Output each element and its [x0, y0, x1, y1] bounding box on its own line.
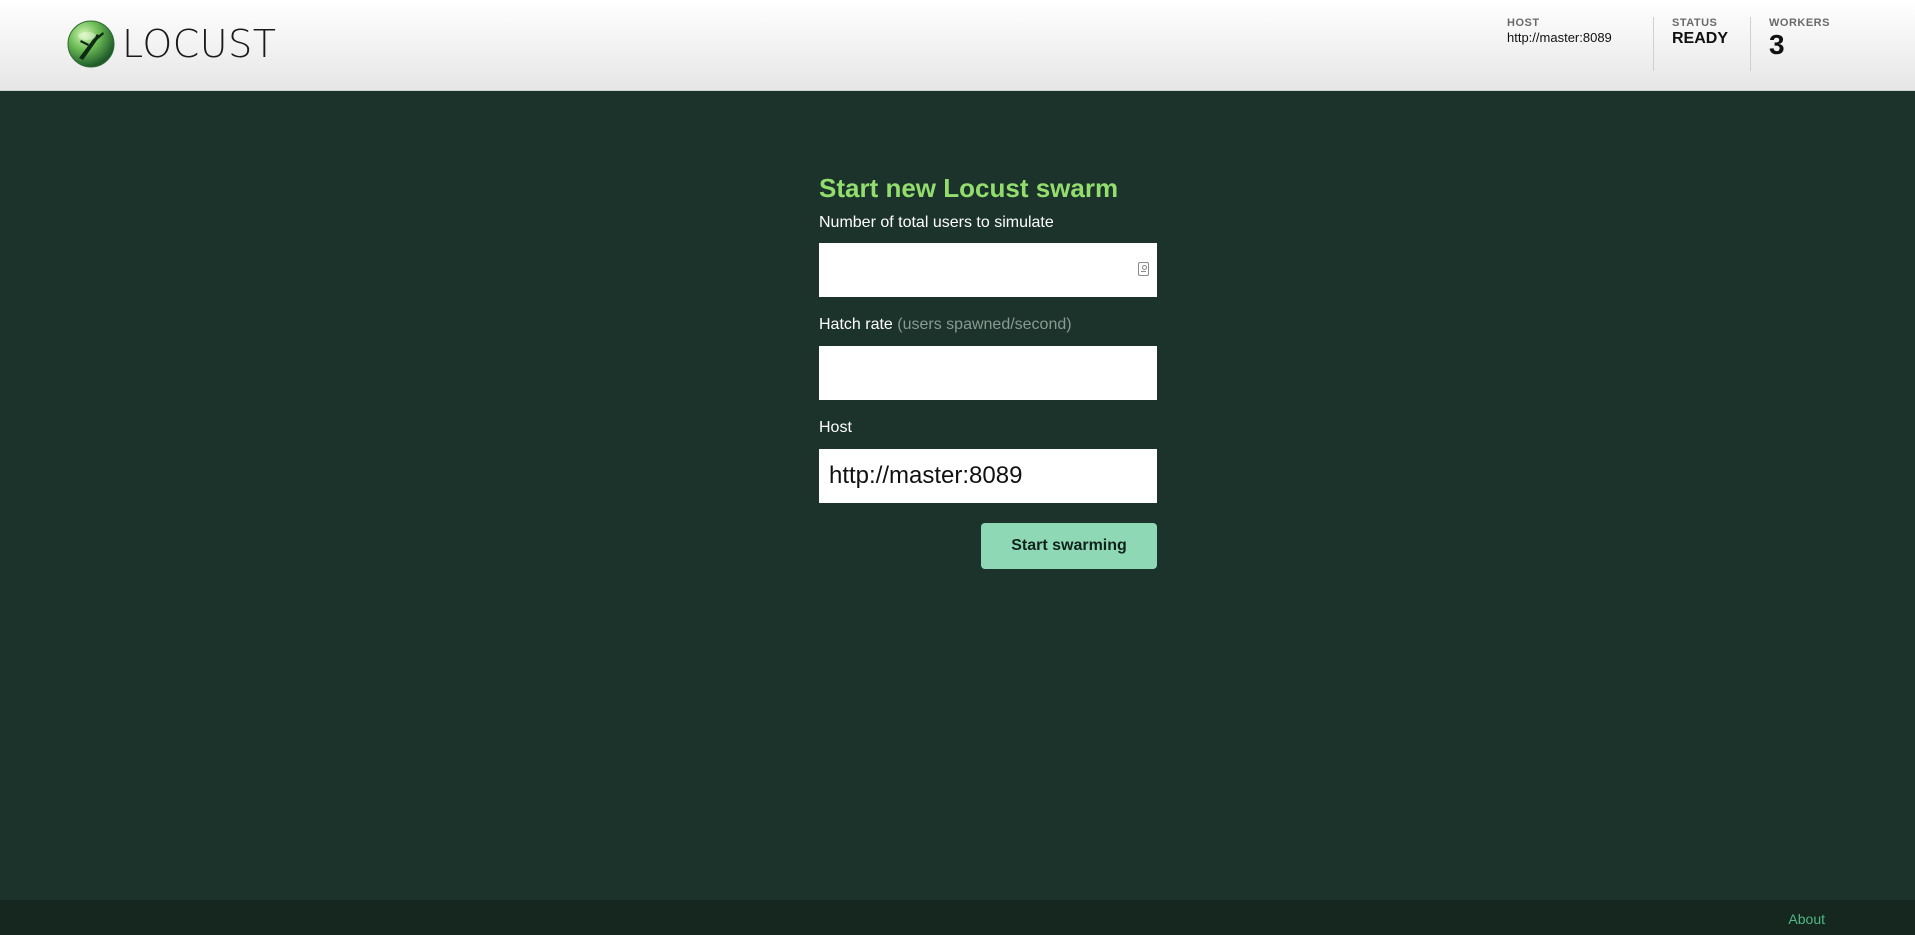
stat-status-value: READY — [1672, 30, 1729, 47]
hatch-rate-hint: (users spawned/second) — [897, 316, 1072, 333]
stat-divider — [1653, 17, 1654, 71]
stat-divider — [1750, 17, 1751, 71]
logo-wordmark: LOCUST — [122, 22, 277, 66]
form-title: Start new Locust swarm — [819, 173, 1119, 203]
locust-logo[interactable]: LOCUST — [67, 19, 276, 69]
stat-host-label: HOST — [1507, 17, 1540, 29]
about-link[interactable]: About — [1788, 911, 1825, 927]
autofill-contact-icon[interactable] — [1138, 262, 1149, 276]
start-swarming-button[interactable]: Start swarming — [981, 523, 1157, 569]
hatch-rate-label-row: Hatch rate (users spawned/second) — [819, 315, 1157, 335]
top-header: LOCUST HOST http://master:8089 STATUS RE… — [0, 0, 1915, 91]
form-actions: Start swarming — [819, 523, 1157, 569]
users-label: Number of total users to simulate — [819, 214, 1054, 231]
host-label: Host — [819, 419, 852, 436]
stat-workers-value: 3 — [1769, 29, 1785, 60]
hatch-rate-input[interactable] — [819, 346, 1157, 400]
stat-status: STATUS READY — [1672, 17, 1730, 71]
hatch-rate-label: Hatch rate — [819, 316, 893, 333]
footer: About — [0, 900, 1915, 935]
users-field — [819, 243, 1157, 297]
hatch-rate-field — [819, 346, 1157, 400]
host-field — [819, 449, 1157, 503]
swarm-form: Start new Locust swarm Number of total u… — [819, 170, 1157, 569]
stat-status-label: STATUS — [1672, 17, 1718, 29]
stat-host: HOST http://master:8089 — [1507, 17, 1633, 71]
stat-workers: WORKERS 3 — [1769, 17, 1829, 71]
users-input[interactable] — [819, 243, 1157, 297]
stat-host-value: http://master:8089 — [1507, 30, 1612, 45]
locust-logo-icon — [67, 20, 115, 68]
host-input[interactable] — [819, 449, 1157, 503]
